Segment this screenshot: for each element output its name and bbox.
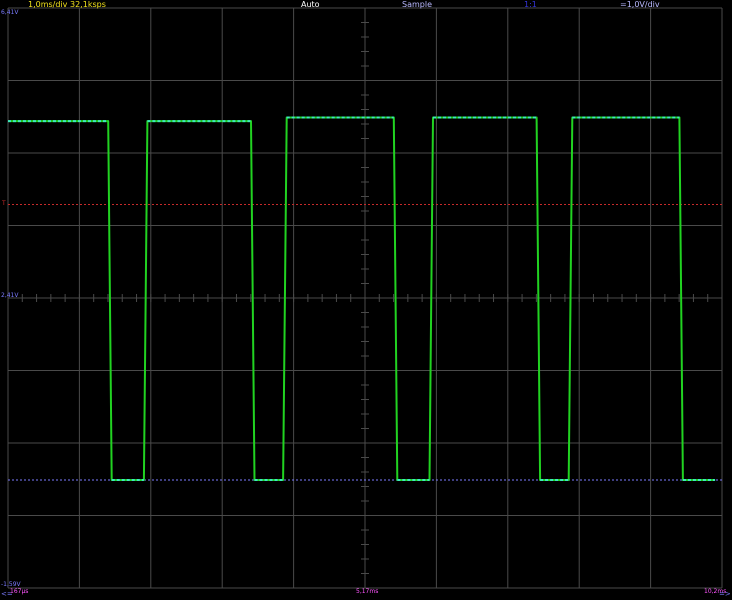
probe-ratio-readout: 1:1 <box>524 0 537 9</box>
trigger-mode-readout: Auto <box>301 0 320 9</box>
time-label-start: 167µs <box>10 588 29 595</box>
scroll-right-arrow[interactable]: => <box>719 591 731 598</box>
time-axis-bar: <= 167µs 5,17ms 10,2ms => <box>0 588 732 600</box>
trace-line <box>8 116 716 481</box>
trigger-marker: T <box>2 200 6 207</box>
timebase-readout: 1,0ms/div <box>28 0 68 9</box>
status-bar: 1,0ms/div 32,1ksps Auto Sample 1:1 =1,0V… <box>0 0 732 9</box>
oscilloscope-screen <box>7 7 723 589</box>
graticule-grid <box>7 7 723 589</box>
sample-rate-readout: 32,1ksps <box>70 0 106 9</box>
time-label-center: 5,17ms <box>356 588 379 595</box>
acquisition-mode-readout: Sample <box>402 0 432 9</box>
voltage-label-top: 6,41V <box>1 9 19 16</box>
waveform-trace <box>8 116 716 481</box>
voltage-label-bottom: -1,59V <box>1 581 21 588</box>
voltage-label-middle: 2,41V <box>1 292 19 299</box>
volts-per-div-readout: =1,0V/div <box>620 0 660 9</box>
